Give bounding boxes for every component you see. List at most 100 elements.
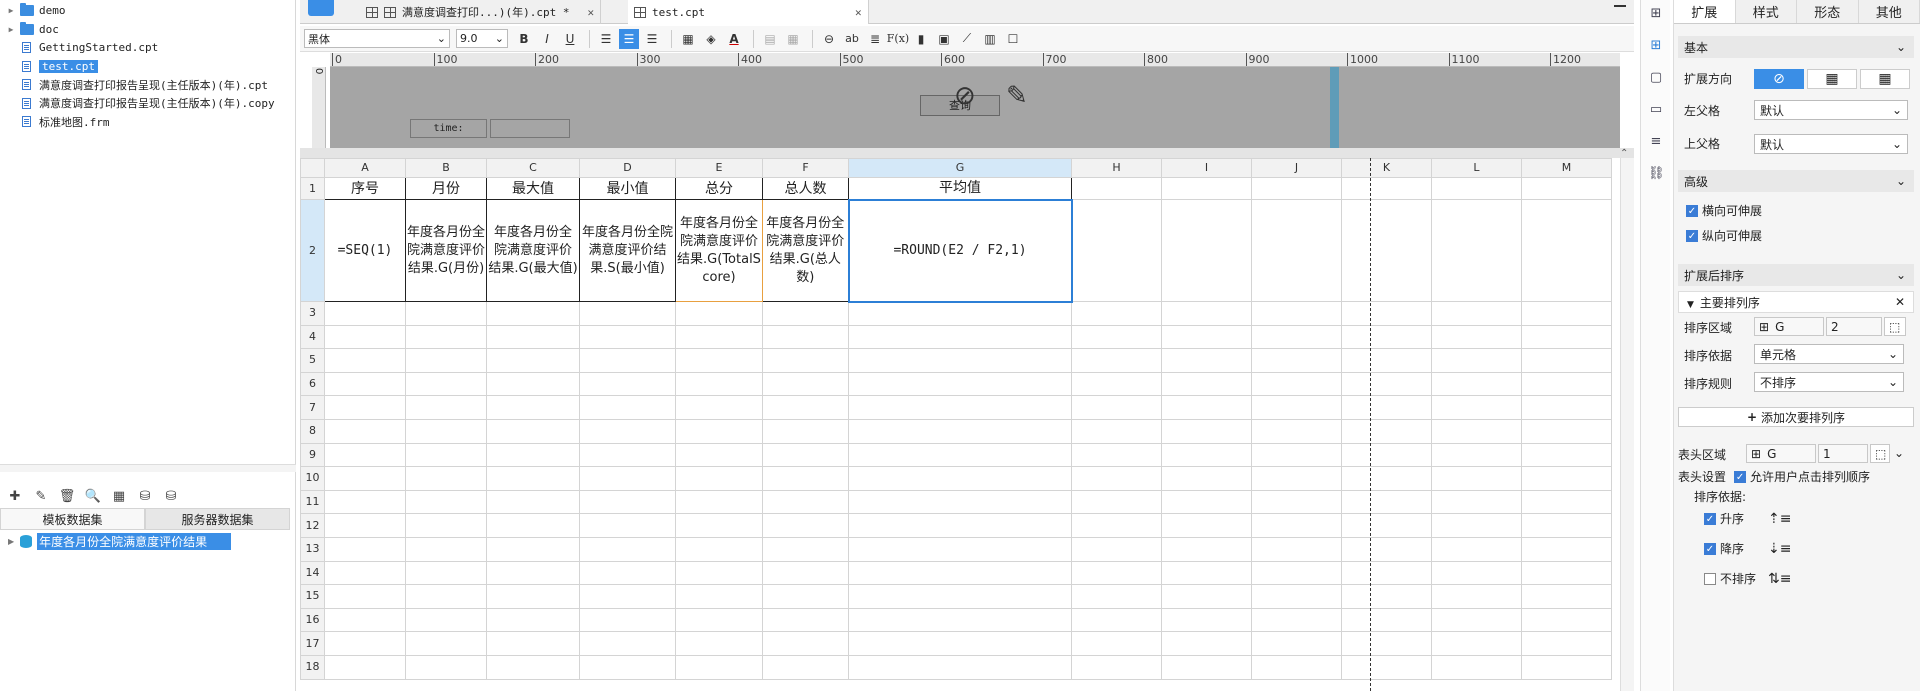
empty-cell[interactable] — [675, 324, 763, 350]
sort-rule-select[interactable]: 不排序 ⌄ — [1754, 372, 1904, 392]
empty-cell[interactable] — [1251, 348, 1342, 373]
edit-pencil-icon[interactable]: ✎ — [1006, 81, 1028, 111]
empty-cell[interactable] — [1071, 348, 1162, 373]
sort-area-cell[interactable]: ⊞ G — [1754, 317, 1824, 336]
empty-cell[interactable] — [324, 324, 406, 350]
empty-cell[interactable] — [1521, 607, 1612, 633]
empty-cell[interactable] — [848, 584, 1072, 609]
empty-cell[interactable] — [1431, 584, 1522, 609]
v-extend-checkbox[interactable]: ✓ 纵向可伸展 — [1686, 227, 1762, 244]
empty-cell[interactable] — [762, 395, 849, 420]
column-header[interactable]: L — [1431, 158, 1522, 178]
section-advanced[interactable]: 高级 ⌄ — [1678, 170, 1914, 192]
empty-cell[interactable] — [1521, 418, 1612, 444]
empty-cell[interactable] — [579, 442, 676, 468]
header-cell[interactable]: 总分 — [675, 177, 763, 200]
hide-eye-icon[interactable]: ⊘ — [954, 81, 976, 111]
cell-attr-icon[interactable]: ⊞ — [1648, 38, 1664, 54]
empty-cell[interactable] — [1431, 536, 1522, 562]
empty-cell[interactable] — [486, 631, 580, 656]
empty-cell[interactable] — [762, 466, 849, 491]
empty-cell[interactable] — [1161, 560, 1252, 586]
tree-file[interactable]: 满意度调查打印报告呈现(主任版本)(年).copy — [0, 95, 275, 112]
row-header[interactable]: 15 — [300, 584, 325, 609]
no-expand-button[interactable]: ⊘ — [1754, 69, 1804, 89]
empty-cell[interactable] — [579, 654, 676, 680]
empty-cell[interactable] — [486, 324, 580, 350]
tree-file[interactable]: test.cpt — [0, 58, 98, 75]
header-cell[interactable]: 月份 — [405, 177, 487, 200]
empty-cell[interactable] — [1431, 418, 1522, 444]
empty-cell[interactable] — [1521, 442, 1612, 468]
empty-cell[interactable] — [1521, 536, 1612, 562]
pane-splitter[interactable]: ⌃ — [300, 148, 1634, 159]
empty-cell[interactable] — [1341, 631, 1432, 656]
align-center-icon[interactable]: ☰ — [619, 28, 639, 49]
empty-cell[interactable] — [675, 348, 763, 373]
empty-cell[interactable] — [324, 513, 406, 538]
empty-cell[interactable] — [1251, 442, 1342, 468]
empty-cell[interactable] — [762, 371, 849, 397]
empty-cell[interactable] — [1071, 466, 1162, 491]
merge-cells-icon[interactable]: ▤ — [760, 29, 780, 49]
empty-cell[interactable] — [486, 654, 580, 680]
header-area-cell[interactable]: ⊞ G — [1746, 444, 1816, 463]
tree-file[interactable]: 满意度调查打印报告呈现(主任版本)(年).cpt — [0, 76, 268, 93]
empty-cell[interactable] — [324, 418, 406, 444]
row-header[interactable]: 10 — [300, 466, 325, 491]
tree-folder[interactable]: ▶ demo — [0, 2, 66, 19]
empty-cell[interactable] — [1341, 418, 1432, 444]
empty-cell[interactable] — [324, 442, 406, 468]
empty-cell[interactable] — [579, 395, 676, 420]
empty-cell[interactable] — [1251, 301, 1342, 326]
empty-cell[interactable] — [848, 301, 1072, 326]
border-icon[interactable]: ▦ — [678, 29, 698, 49]
slash-icon[interactable]: ⟋ — [957, 29, 977, 49]
panel-splitter[interactable] — [0, 464, 296, 472]
row-header[interactable]: 14 — [300, 560, 325, 586]
empty-cell[interactable] — [762, 607, 849, 633]
empty-cell[interactable] — [405, 442, 487, 468]
empty-cell[interactable] — [848, 348, 1072, 373]
row-header[interactable]: 9 — [300, 442, 325, 468]
tab-other[interactable]: 其他 — [1858, 0, 1920, 23]
empty-cell[interactable] — [675, 371, 763, 397]
row-header[interactable]: 17 — [300, 631, 325, 656]
column-header[interactable]: E — [675, 158, 763, 178]
empty-cell[interactable] — [1161, 654, 1252, 680]
left-parent-select[interactable]: 默认 ⌄ — [1754, 100, 1908, 120]
column-header[interactable]: I — [1161, 158, 1252, 178]
empty-cell[interactable] — [1341, 395, 1432, 420]
empty-cell[interactable] — [1521, 489, 1612, 515]
chart-icon[interactable]: ▮ — [911, 29, 931, 49]
close-icon[interactable]: ✕ — [855, 6, 862, 19]
underline-button[interactable]: U — [560, 29, 580, 49]
empty-cell[interactable] — [848, 418, 1072, 444]
sort-by-select[interactable]: 单元格 ⌄ — [1754, 344, 1904, 364]
empty-cell[interactable] — [579, 324, 676, 350]
empty-cell[interactable] — [324, 560, 406, 586]
empty-cell[interactable] — [1161, 371, 1252, 397]
empty-cell[interactable] — [1431, 371, 1522, 397]
empty-cell[interactable] — [324, 536, 406, 562]
header-cell[interactable]: 最小值 — [579, 177, 676, 200]
column-header[interactable]: M — [1521, 158, 1612, 178]
empty-cell[interactable] — [579, 489, 676, 515]
row-header[interactable]: 11 — [300, 489, 325, 515]
empty-cell[interactable] — [1251, 654, 1342, 680]
empty-cell[interactable] — [1521, 654, 1612, 680]
empty-cell[interactable] — [579, 418, 676, 444]
empty-cell[interactable] — [1071, 442, 1162, 468]
empty-cell[interactable] — [1071, 584, 1162, 609]
data-cell[interactable]: =ROUND(E2 / F2,1) — [847, 198, 1073, 303]
empty-cell[interactable] — [762, 654, 849, 680]
empty-cell[interactable] — [1161, 466, 1252, 491]
column-header[interactable]: K — [1341, 158, 1432, 178]
empty-cell[interactable] — [486, 513, 580, 538]
cell-element-icon[interactable]: ⊞ — [1648, 6, 1664, 22]
empty-cell[interactable] — [1431, 324, 1522, 350]
empty-cell[interactable] — [848, 513, 1072, 538]
row-header[interactable]: 18 — [300, 654, 325, 680]
empty-cell[interactable] — [579, 560, 676, 586]
subreport-icon[interactable]: ▥ — [980, 29, 1000, 49]
